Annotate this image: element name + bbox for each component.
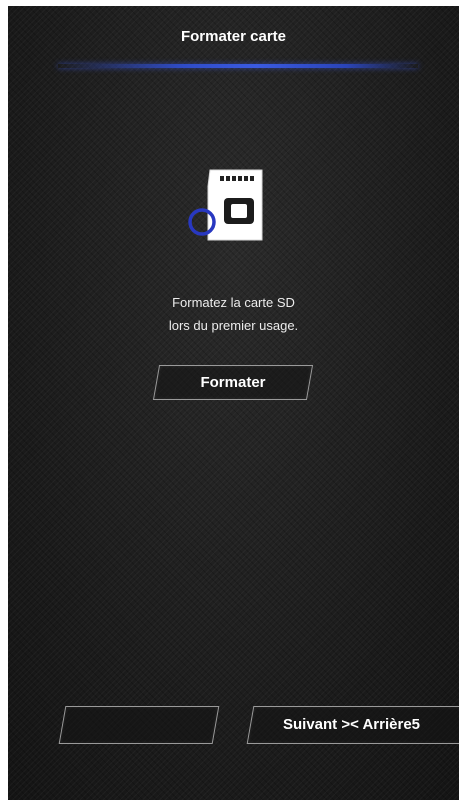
instruction-line-1: Formatez la carte SD	[172, 295, 295, 310]
instruction-line-2: lors du premier usage.	[168, 318, 299, 333]
page-title: Formater carte	[180, 28, 287, 45]
format-button-label: Formater	[200, 374, 266, 391]
next-back-button-label: Suivant >< Arrière5	[283, 716, 421, 733]
format-instruction: Formatez la carte SD lors du premier usa…	[8, 291, 459, 337]
next-back-button[interactable]: Suivant >< Arrière5	[246, 706, 459, 744]
format-button[interactable]: Formater	[152, 365, 314, 400]
sd-card-icon	[180, 166, 270, 246]
format-card-screen: Formater carte Formatez la carte SD lors…	[8, 6, 459, 800]
left-empty-button[interactable]	[58, 706, 220, 744]
title-accent-bar	[58, 64, 418, 68]
